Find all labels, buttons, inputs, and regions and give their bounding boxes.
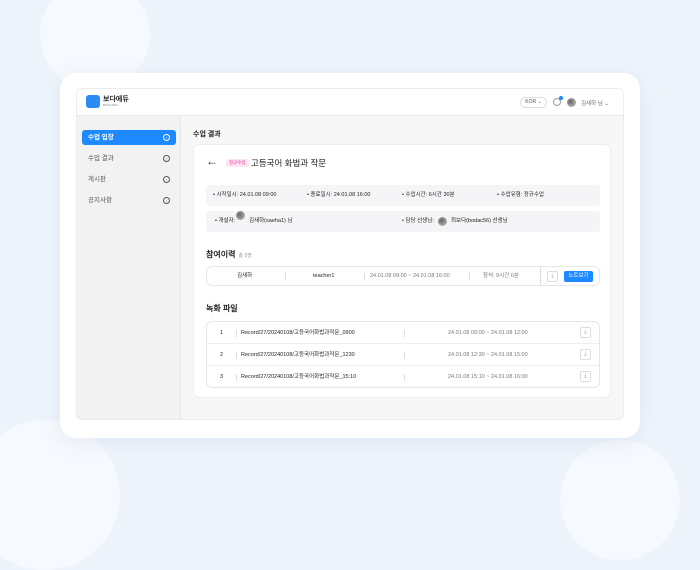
logo[interactable]: 보다에듀 BODA EDU xyxy=(86,95,129,108)
row-number: 2 xyxy=(220,352,224,358)
section-title: 참여이력 xyxy=(206,250,236,259)
file-period: 24.01.08 09:00 ~ 24.01.08 12:00 xyxy=(448,330,528,336)
sidebar-item-class-results[interactable]: 수업 결과 › xyxy=(82,151,176,166)
participation-row: 김새하 teacher1 24.01.08 09:00 ~ 24.01.08 1… xyxy=(206,266,600,286)
bg-decoration xyxy=(560,440,680,560)
start-time: • 시작일시: 24.01.08 09:00 xyxy=(213,192,277,198)
sidebar-item-label: 공지사항 xyxy=(88,197,112,204)
class-people-info: • 개설자: 김새하(saeha1) 님 • 담당 선생님: 최보다(bodac… xyxy=(206,211,600,232)
sidebar-item-label: 게시판 xyxy=(88,176,106,183)
download-icon[interactable]: ⤓ xyxy=(580,349,591,360)
user-menu[interactable]: 김새하 님 ⌄ xyxy=(567,98,609,107)
file-name: Record/27/20240108/고등국어화법과작문_0900 xyxy=(241,330,355,336)
class-title: 고등국어 화법과 작문 xyxy=(251,158,327,168)
header: 보다에듀 BODA EDU KOR ⌄ 김새하 님 ⌄ xyxy=(77,89,623,116)
sidebar-item-label: 수업 입장 xyxy=(88,134,114,141)
opener-label: • 개설자: xyxy=(215,218,236,224)
teacher-avatar xyxy=(438,217,447,226)
download-icon[interactable]: ⤓ xyxy=(580,327,591,338)
avatar xyxy=(567,98,576,107)
class-schedule-info: • 시작일시: 24.01.08 09:00 • 종료일시: 24.01.08 … xyxy=(206,185,600,206)
table-row: 3 Record/27/20240108/고등국어화법과작문_15:10 24.… xyxy=(207,366,599,388)
teacher-label: • 담당 선생님: xyxy=(402,218,434,224)
chevron-right-icon: › xyxy=(163,155,170,162)
recordings-table: 1 Record/27/20240108/고등국어화법과작문_0900 24.0… xyxy=(206,321,600,388)
sidebar-item-label: 수업 결과 xyxy=(88,155,114,162)
app: 보다에듀 BODA EDU KOR ⌄ 김새하 님 ⌄ 수업 입장 › 수업 결과… xyxy=(76,88,624,420)
file-name: Record/27/20240108/고등국어화법과작문_15:10 xyxy=(241,374,357,380)
participant-count: 총 5명 xyxy=(238,253,252,259)
page-title: 수업 결과 xyxy=(193,131,221,138)
row-number: 3 xyxy=(220,374,224,380)
duration: • 수업시간: 6시간 30분 xyxy=(402,192,455,198)
participation-period: 24.01.08 09:00 ~ 24.01.08 16:00 xyxy=(370,273,450,279)
attendance-time: 참석: 9시간 0분 xyxy=(483,273,520,279)
download-icon[interactable]: ⤓ xyxy=(580,371,591,382)
opener-name: 김새하(saeha1) 님 xyxy=(249,218,293,224)
opener-avatar xyxy=(236,211,245,220)
logo-sub: BODA EDU xyxy=(103,103,119,107)
end-time: • 종료일시: 24.01.08 16:00 xyxy=(307,192,371,198)
logo-title: 보다에듀 xyxy=(103,96,129,103)
participant-name: 김새하 xyxy=(237,273,253,279)
download-icon[interactable]: ⤓ xyxy=(547,271,558,282)
file-period: 24.01.08 15:10 ~ 24.01.08 16:00 xyxy=(448,374,528,380)
table-row: 2 Record/27/20240108/고등국어화법과작문_1230 24.0… xyxy=(207,344,599,366)
chevron-right-icon: › xyxy=(163,176,170,183)
chevron-right-icon: › xyxy=(163,134,170,141)
sidebar-item-class-entry[interactable]: 수업 입장 › xyxy=(82,130,176,145)
logo-icon xyxy=(86,95,100,108)
chevron-right-icon: › xyxy=(163,197,170,204)
sidebar: 수업 입장 › 수업 결과 › 게시판 › 공지사항 › xyxy=(77,116,181,419)
sidebar-item-board[interactable]: 게시판 › xyxy=(82,172,176,187)
class-type-badge: 정규수업 xyxy=(226,159,249,167)
teacher-name: 최보다(bodac56) 선생님 xyxy=(451,218,508,224)
file-name: Record/27/20240108/고등국어화법과작문_1230 xyxy=(241,352,355,358)
class-result-card: ← 정규수업 고등국어 화법과 작문 • 시작일시: 24.01.08 09:0… xyxy=(193,144,611,398)
class-type: • 수업유형: 정규수업 xyxy=(497,192,544,198)
table-row: 1 Record/27/20240108/고등국어화법과작문_0900 24.0… xyxy=(207,322,599,344)
row-number: 1 xyxy=(220,330,224,336)
language-select[interactable]: KOR ⌄ xyxy=(520,97,547,108)
notification-icon[interactable] xyxy=(553,96,563,106)
bg-decoration xyxy=(0,420,120,570)
recordings-title: 녹화 파일 xyxy=(206,304,238,313)
participation-title: 참여이력 총 5명 xyxy=(206,249,252,260)
participant-id: teacher1 xyxy=(313,273,335,279)
view-note-button[interactable]: 노트보기 xyxy=(564,271,593,282)
sidebar-item-notices[interactable]: 공지사항 › xyxy=(82,193,176,208)
user-name: 김새하 님 ⌄ xyxy=(581,100,609,107)
back-arrow-icon[interactable]: ← xyxy=(206,154,218,168)
file-period: 24.01.08 12:30 ~ 24.01.08 15:00 xyxy=(448,352,528,358)
